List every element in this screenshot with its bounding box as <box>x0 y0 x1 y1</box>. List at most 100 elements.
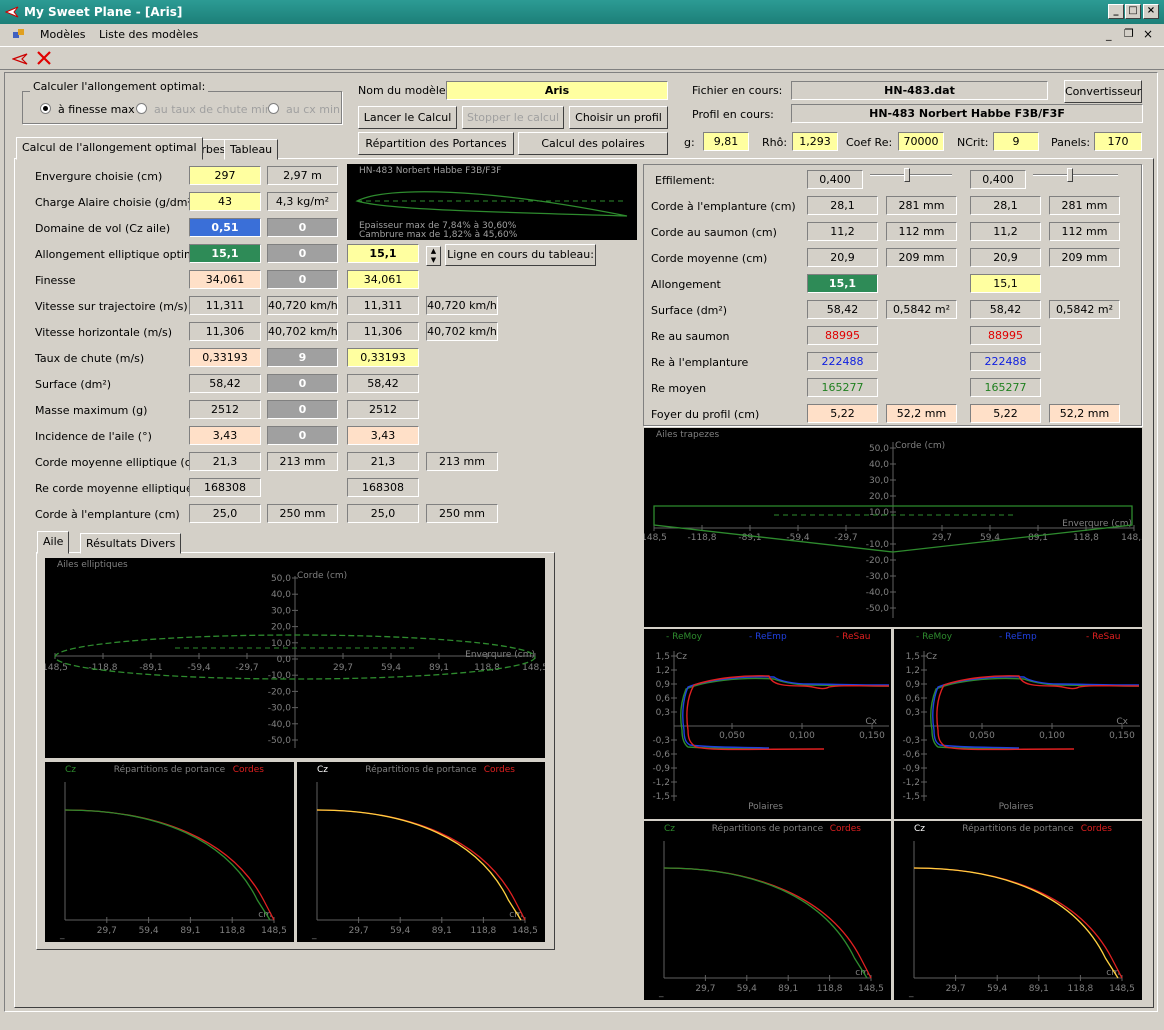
menu-models[interactable]: Modèles <box>40 28 86 41</box>
x-tick-label: 148,5 <box>858 984 884 994</box>
profile-value: HN-483 Norbert Habbe F3B/F3F <box>791 104 1143 123</box>
maximize-button[interactable]: □ <box>1125 4 1141 19</box>
cordes-label: Cordes <box>1081 824 1113 834</box>
cordes-label: Cordes <box>484 765 516 775</box>
optim-group-title: Calculer l'allongement optimal: <box>30 80 209 93</box>
trap-row-value-a: 88995 <box>807 326 878 345</box>
lift-curve <box>663 867 868 979</box>
panels-input[interactable]: 170 <box>1094 132 1142 151</box>
ncrit-input[interactable]: 9 <box>993 132 1039 151</box>
y-tick-label: 50,0 <box>869 444 889 454</box>
choose-profile-button[interactable]: Choisir un profil <box>569 106 668 129</box>
cz-label: Cz <box>65 765 76 775</box>
x-tick-label: 0,050 <box>719 731 745 741</box>
stop-calc-button[interactable]: Stopper le calcul <box>462 106 564 129</box>
close-button[interactable]: × <box>1143 4 1159 19</box>
polar-curve <box>930 677 1140 750</box>
mdi-minimize-button[interactable]: _ <box>1106 28 1112 41</box>
x-tick-label: 118,8 <box>471 926 497 936</box>
trapezoid-plot: 50,0 40,0 30,0 20,0 10,0 -10,0 -20,0 -30,0 -40,0… <box>644 441 1142 618</box>
row-value-c1: 0,33193 <box>189 348 261 367</box>
row-value-c2: 9 <box>267 348 338 367</box>
polar-title: Polaires <box>748 802 783 812</box>
minimize-button[interactable]: _ <box>1108 4 1124 19</box>
trap-row-value-a: 58,42 <box>807 300 878 319</box>
row-label: Taux de chute (m/s) <box>35 352 145 365</box>
y-tick-label: -20,0 <box>866 556 890 566</box>
mdi-child-icon[interactable] <box>12 28 26 42</box>
y-tick-label: 0,3 <box>656 708 670 718</box>
radio-sink-min[interactable] <box>136 103 147 114</box>
converter-button[interactable]: Convertisseur <box>1064 80 1142 103</box>
radio-cx-min[interactable] <box>268 103 279 114</box>
x-tick-label: 0,150 <box>1109 731 1135 741</box>
tab-wing[interactable]: Aile <box>37 531 70 554</box>
lift-title: Répartitions de portance <box>365 764 477 775</box>
polar-plot-1: - ReMoy - ReEmp - ReSau 1,5 1,2 0,9 0,6 0,3 -0,3… <box>652 632 890 812</box>
row-value-c1[interactable]: 297 <box>189 166 261 185</box>
x-tick-label: 118,8 <box>1073 533 1099 543</box>
mdi-restore-button[interactable]: ❐ <box>1124 27 1134 40</box>
y-tick-label: 0,3 <box>906 708 920 718</box>
mdi-close-button[interactable]: × <box>1143 27 1153 41</box>
model-name-input[interactable]: Aris <box>446 81 668 100</box>
row-value-c4: 40,720 km/h <box>426 296 498 315</box>
row-value-c1[interactable]: 43 <box>189 192 261 211</box>
y-tick-label: 20,0 <box>271 623 291 633</box>
row-value-c3: 3,43 <box>347 426 419 445</box>
trap-row-label: Allongement <box>651 278 721 291</box>
g-input[interactable]: 9,81 <box>703 132 749 151</box>
polar-curve <box>680 677 890 750</box>
y-tick-label: 0,0 <box>277 655 292 665</box>
legend-remoy: - ReMoy <box>916 632 953 642</box>
coef-re-input[interactable]: 70000 <box>898 132 944 151</box>
row-value-c3: 21,3 <box>347 452 419 471</box>
y-tick-label: -20,0 <box>268 687 292 697</box>
cz-label: Cz <box>914 824 925 834</box>
row-value-c2: 0 <box>267 218 338 237</box>
row-value-c1: 2512 <box>189 400 261 419</box>
row-value-c1: 3,43 <box>189 426 261 445</box>
plane-tool-icon[interactable] <box>12 50 28 66</box>
y-tick-label: -0,3 <box>902 736 920 746</box>
trap-row-value-c: 58,42 <box>970 300 1041 319</box>
lift-title: Répartitions de portance <box>962 823 1074 834</box>
lift-distribution-button[interactable]: Répartition des Portances <box>358 132 514 155</box>
y-tick-label: 20,0 <box>869 492 889 502</box>
y-tick-label: -50,0 <box>866 604 890 614</box>
row-label: Vitesse horizontale (m/s) <box>35 326 173 339</box>
taper-slider-2[interactable] <box>1067 168 1073 182</box>
x-tick-label: 148,5 <box>522 663 545 673</box>
x-tick-label: 59,4 <box>390 926 410 936</box>
rho-input[interactable]: 1,293 <box>792 132 838 151</box>
tab-optimal-aspect[interactable]: Calcul de l'allongement optimal <box>16 137 203 160</box>
launch-calc-button[interactable]: Lancer le Calcul <box>358 106 457 129</box>
lift-plot-3: Cz Répartitions de portance Cordes 29,7 59,4… <box>658 823 884 998</box>
taper-slider-1[interactable] <box>904 168 910 182</box>
y-tick-label: -40,0 <box>866 588 890 598</box>
trap-row-label: Surface (dm²) <box>651 304 728 317</box>
radio-finesse-max[interactable] <box>40 103 51 114</box>
compute-polars-button[interactable]: Calcul des polaires <box>518 132 668 155</box>
x-tick-label: 89,1 <box>180 926 200 936</box>
file-label: Fichier en cours: <box>692 84 783 97</box>
tab-misc-results[interactable]: Résultats Divers <box>80 533 182 554</box>
x-tick-label: 29,7 <box>333 663 353 673</box>
legend-reemp: - ReEmp <box>999 632 1037 642</box>
window-title: My Sweet Plane - [Aris] <box>24 5 183 19</box>
row-value-c2: 0 <box>267 400 338 419</box>
line-spinner[interactable]: ▲ ▼ <box>426 246 441 266</box>
cordes-label: Cordes <box>233 765 265 775</box>
x-tick-label: 0,100 <box>1039 731 1065 741</box>
tab-table[interactable]: Tableau <box>224 139 279 160</box>
toolbar <box>0 46 1164 70</box>
polar-curve <box>682 676 890 749</box>
y-tick-label: 10,0 <box>271 639 291 649</box>
x-tick-label: 148,5 <box>45 663 68 673</box>
row-value-c2: 250 mm <box>267 504 338 523</box>
lift-plot-1: Cz Répartitions de portance Cordes 29,7 59,4… <box>59 764 287 940</box>
delete-icon[interactable] <box>36 50 52 66</box>
trap-row-value-d: 0,5842 m² <box>1049 300 1120 319</box>
x-tick-label: 0,150 <box>859 731 885 741</box>
menu-model-list[interactable]: Liste des modèles <box>99 28 198 41</box>
